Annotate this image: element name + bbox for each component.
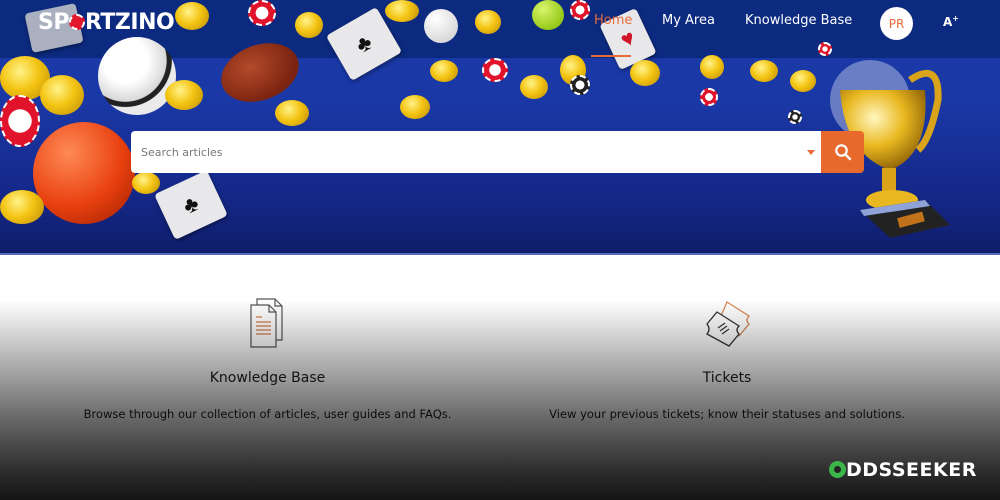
coin-decoration (132, 172, 160, 194)
sportzino-logo[interactable]: SP RTZINO (38, 10, 175, 35)
watermark-text: DDSSEEKER (846, 459, 977, 481)
coin-decoration (430, 60, 458, 82)
coin-decoration (790, 70, 816, 92)
chip-decoration (482, 58, 508, 82)
hero-banner: ♣ ♥ ♣ (0, 0, 1000, 255)
chip-decoration (570, 0, 590, 20)
search-input[interactable] (131, 131, 791, 173)
coin-decoration (0, 190, 44, 224)
coin-decoration (165, 80, 203, 110)
basketball-decoration (33, 122, 135, 224)
font-size-plus: + (952, 14, 959, 23)
font-size-toggle-button[interactable]: A+ (943, 14, 959, 29)
baseball-decoration (424, 9, 458, 43)
knowledge-base-title: Knowledge Base (209, 370, 326, 386)
coin-decoration (475, 10, 501, 34)
nav-knowledge-base[interactable]: Knowledge Base (745, 13, 852, 28)
tickets-title: Tickets (702, 370, 752, 386)
tickets-tile[interactable]: Tickets View your previous tickets; know… (527, 298, 927, 421)
search-icon (834, 144, 851, 161)
avatar-initials: PR (888, 16, 905, 31)
logo-text-suffix: RTZINO (84, 10, 175, 35)
coin-decoration (40, 75, 84, 115)
chip-decoration (818, 42, 832, 56)
nav-active-indicator (591, 55, 631, 57)
coin-decoration (385, 0, 419, 22)
tickets-description: View your previous tickets; know their s… (549, 407, 905, 421)
oddsseeker-logo-icon (829, 461, 846, 478)
coin-decoration (630, 60, 660, 86)
chip-decoration (570, 75, 590, 95)
search-button[interactable] (821, 131, 864, 173)
coin-decoration (175, 2, 209, 30)
knowledge-base-description: Browse through our collection of article… (83, 407, 452, 421)
documents-icon (60, 298, 475, 350)
coin-decoration (400, 95, 430, 119)
coin-decoration (295, 12, 323, 38)
coin-decoration (700, 55, 724, 79)
coin-decoration (275, 100, 309, 126)
playing-card-decoration: ♣ (154, 170, 228, 240)
poker-chip-logo-icon (68, 14, 85, 30)
chip-decoration (700, 88, 718, 106)
chip-decoration (248, 0, 276, 26)
soccer-ball-decoration (98, 37, 176, 115)
nav-home[interactable]: Home (594, 13, 632, 28)
tennis-ball-decoration (532, 0, 564, 30)
nav-my-area[interactable]: My Area (662, 13, 715, 28)
search-box (131, 131, 821, 173)
logo-text-prefix: SP (38, 10, 69, 35)
font-size-icon: A (943, 15, 953, 29)
coin-decoration (750, 60, 778, 82)
chip-decoration (788, 110, 802, 124)
user-avatar-button[interactable]: PR (880, 7, 913, 40)
tickets-icon (527, 298, 927, 350)
chip-decoration (0, 95, 40, 147)
coin-decoration (520, 75, 548, 99)
knowledge-base-tile[interactable]: Knowledge Base Browse through our collec… (60, 298, 475, 421)
oddsseeker-watermark: DDSSEEKER (829, 459, 977, 481)
search-dropdown-caret-icon[interactable] (807, 150, 815, 155)
